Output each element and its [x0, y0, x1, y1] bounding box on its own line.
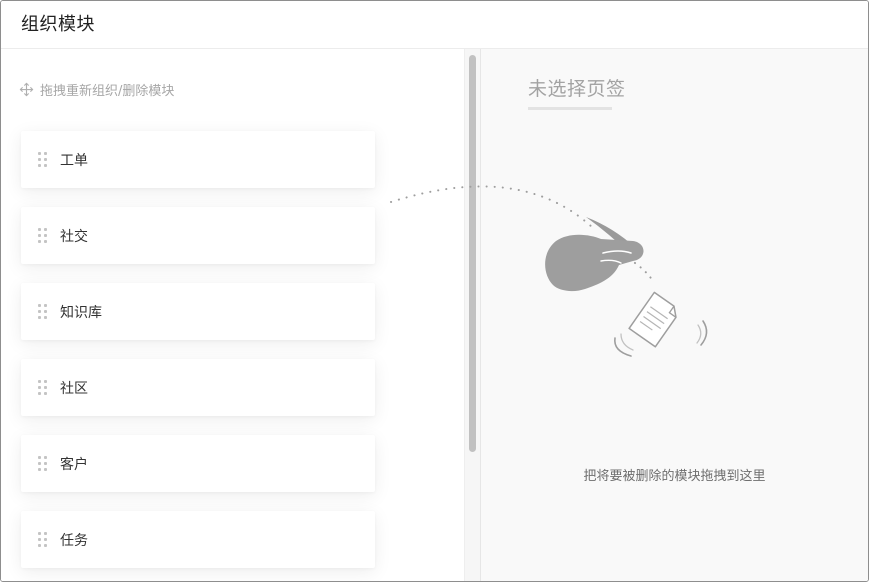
drag-illustration: [390, 185, 708, 357]
organize-modules-window: 组织模块 拖拽重新组织/删除模块 工单 社交 知识库 社区 客户 任务 未选择页…: [0, 0, 869, 582]
hand-drag-icon: [545, 217, 644, 292]
drag-path-dotted-arc: [390, 185, 594, 229]
document-icon: [628, 291, 677, 348]
